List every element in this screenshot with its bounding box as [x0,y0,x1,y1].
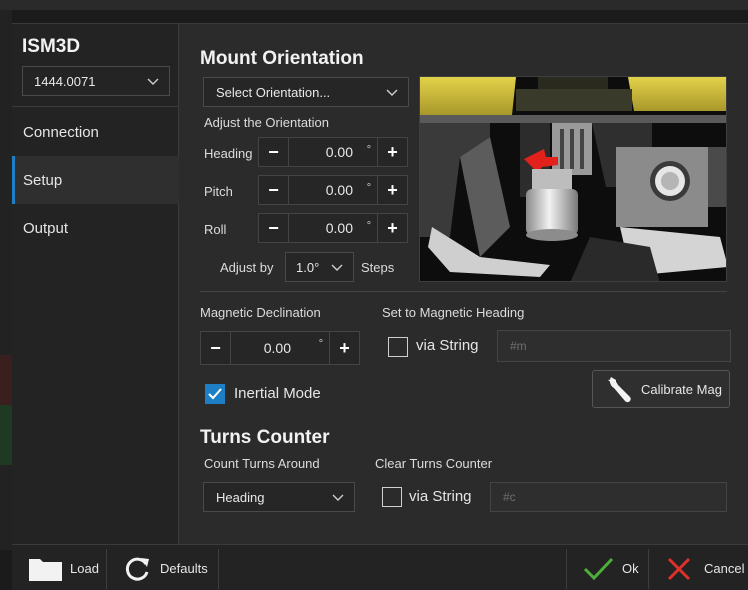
roll-increment-button[interactable]: + [377,214,407,242]
pitch-label: Pitch [204,184,233,199]
refresh-icon [125,557,149,581]
magnetic-string-placeholder: #m [510,339,527,353]
heading-value[interactable]: 0.00 [289,138,361,166]
load-label: Load [70,561,99,576]
pitch-increment-button[interactable]: + [377,176,407,204]
ok-label: Ok [622,561,639,576]
dialog-footer: Load Defaults Ok Cancel [12,544,748,590]
checkmark-icon [208,388,222,400]
turns-via-string-label: via String [409,488,472,505]
close-icon [667,557,691,580]
clear-turns-label: Clear Turns Counter [375,456,493,471]
pitch-value[interactable]: 0.00 [289,176,361,204]
setup-dialog: ISM3D 1444.0071 Connection Setup Output … [12,23,748,590]
roll-stepper: − 0.00 ° + [258,213,408,243]
magnetic-declination-label: Magnetic Declination [200,305,321,320]
checkmark-icon [583,557,614,580]
count-turns-label: Count Turns Around [204,456,320,471]
declination-decrement-button[interactable]: − [201,332,231,364]
heading-stepper: − 0.00 ° + [258,137,408,167]
adjust-step-value: 1.0° [296,259,320,275]
chevron-down-icon [386,89,398,96]
heading-decrement-button[interactable]: − [259,138,289,166]
background-app-edge [0,10,12,550]
sensor-model-illustration [420,77,726,281]
mount-3d-preview[interactable] [419,76,727,282]
heading-label: Heading [204,146,253,161]
footer-divider [218,549,219,589]
section-divider [200,291,727,292]
declination-increment-button[interactable]: + [329,332,359,364]
footer-divider [566,549,567,589]
heading-unit: ° [366,144,372,156]
orientation-select-value: Select Orientation... [216,84,331,100]
roll-label: Roll [204,222,227,237]
serial-value: 1444.0071 [34,73,96,89]
sidebar-item-label: Connection [23,123,99,141]
heading-increment-button[interactable]: + [377,138,407,166]
magnetic-string-input[interactable]: #m [497,330,731,362]
setup-panel: Mount Orientation Select Orientation... … [180,24,748,544]
count-turns-value: Heading [216,489,265,505]
turns-string-input[interactable]: #c [490,482,727,512]
chevron-down-icon [331,264,343,271]
defaults-label: Defaults [160,561,208,576]
set-magnetic-heading-label: Set to Magnetic Heading [382,305,525,320]
mount-orientation-title: Mount Orientation [200,48,364,69]
pitch-decrement-button[interactable]: − [259,176,289,204]
ok-button[interactable]: Ok [582,545,639,590]
chevron-down-icon [147,78,159,85]
declination-stepper: − 0.00 ° + [200,331,360,365]
sidebar-item-label: Output [23,219,69,237]
declination-value[interactable]: 0.00 [231,332,313,364]
declination-unit: ° [318,338,324,350]
adjust-step-select[interactable]: 1.0° [285,252,354,282]
serial-select[interactable]: 1444.0071 [22,66,170,96]
wrench-icon [608,377,631,403]
sidebar-item-label: Setup [23,171,63,189]
background-app-strip [0,0,748,10]
adjust-orientation-label: Adjust the Orientation [204,115,330,130]
steps-label: Steps [361,260,395,275]
sidebar-item-setup[interactable]: Setup [12,156,179,204]
footer-divider [106,549,107,589]
cancel-label: Cancel [704,561,745,576]
sidebar-item-connection[interactable]: Connection [12,108,179,156]
orientation-select[interactable]: Select Orientation... [203,77,409,107]
magnetic-via-string-checkbox[interactable] [388,337,408,357]
pitch-unit: ° [366,182,372,194]
count-turns-select[interactable]: Heading [203,482,355,512]
roll-unit: ° [366,220,372,232]
folder-icon [29,558,62,581]
footer-divider [648,549,649,589]
sidebar-divider [12,106,179,107]
cancel-button[interactable]: Cancel [666,545,744,590]
magnetic-via-string-label: via String [416,337,479,354]
app-title: ISM3D [22,36,81,57]
chevron-down-icon [332,494,344,501]
sidebar: ISM3D 1444.0071 Connection Setup Output [12,24,179,544]
calibrate-mag-button[interactable]: Calibrate Mag [592,370,730,408]
pitch-stepper: − 0.00 ° + [258,175,408,205]
turns-via-string-checkbox[interactable] [382,487,402,507]
turns-counter-title: Turns Counter [200,427,330,448]
sidebar-item-output[interactable]: Output [12,204,179,252]
load-button[interactable]: Load [28,545,99,590]
calibrate-mag-label: Calibrate Mag [641,381,722,397]
defaults-button[interactable]: Defaults [124,545,208,590]
inertial-mode-label: Inertial Mode [234,385,321,402]
adjust-by-label: Adjust by [220,260,274,275]
roll-value[interactable]: 0.00 [289,214,361,242]
turns-string-placeholder: #c [503,490,516,504]
roll-decrement-button[interactable]: − [259,214,289,242]
inertial-mode-checkbox[interactable] [205,384,225,404]
